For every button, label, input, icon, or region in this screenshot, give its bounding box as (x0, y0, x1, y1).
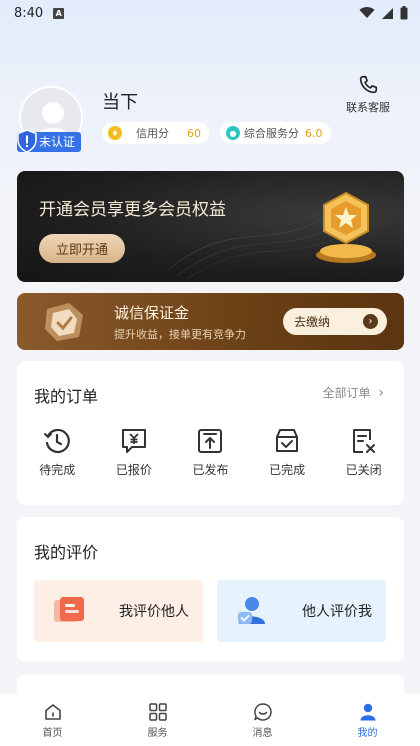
deposit-subtitle: 提升收益，接单更有竞争力 (114, 328, 246, 341)
deposit-title: 诚信保证金 (114, 304, 190, 322)
home-icon (44, 703, 61, 720)
signal-icon (382, 7, 393, 19)
tab-label: 消息 (252, 727, 273, 739)
arrow-right-icon: › (363, 314, 378, 329)
order-item-completed[interactable]: 已完成 (252, 427, 322, 478)
tab-home[interactable]: 首页 (13, 702, 93, 739)
verify-label: 未认证 (39, 135, 76, 149)
phone-icon (359, 75, 378, 94)
notification-a-icon: A (53, 7, 65, 19)
bottom-tab-bar: 首页 服务 消息 我的 (0, 694, 420, 746)
username: 当下 (102, 92, 138, 113)
yuan-chat-icon (121, 429, 146, 453)
verify-badge[interactable]: 未认证 (17, 129, 82, 153)
grid-icon (148, 702, 167, 721)
orders-card: 我的订单 全部订单 › 待完成 已报价 已发布 已完成 已关闭 (17, 361, 404, 505)
tab-label: 首页 (42, 727, 63, 739)
status-bar: 8:40 A (0, 0, 420, 26)
order-item-quoted[interactable]: 已报价 (99, 427, 169, 478)
check-box-icon (276, 429, 299, 452)
my-reviews-button[interactable]: 我评价他人 (34, 580, 203, 642)
vip-medal-icon (316, 191, 376, 263)
reviews-card: 我的评价 我评价他人 他人评价我 (17, 517, 404, 662)
service-ring-icon: ● (226, 126, 240, 140)
pay-deposit-button[interactable]: 去缴纳 › (283, 308, 387, 335)
person-icon (360, 703, 375, 720)
received-reviews-label: 他人评价我 (302, 604, 372, 620)
vip-banner[interactable]: 开通会员享更多会员权益 立即开通 (17, 171, 404, 282)
battery-icon (400, 6, 408, 20)
profile-section: 未认证 当下 ♦ 信用分 60 ● 综合服务分 6.0 联系客服 (0, 75, 420, 160)
open-vip-button[interactable]: 立即开通 (39, 234, 125, 263)
all-orders-label: 全部订单 (322, 386, 371, 400)
clock-icon (44, 428, 71, 454)
credit-label: 信用分 (136, 127, 169, 140)
tab-messages[interactable]: 消息 (223, 702, 303, 739)
contact-service-button[interactable]: 联系客服 (346, 74, 390, 115)
service-score-pill[interactable]: ● 综合服务分 6.0 (220, 122, 331, 144)
reviews-title: 我的评价 (34, 543, 99, 562)
credit-value: 60 (187, 126, 201, 140)
my-reviews-label: 我评价他人 (119, 604, 189, 620)
order-item-label: 已报价 (115, 463, 152, 477)
received-reviews-button[interactable]: 他人评价我 (217, 580, 386, 642)
doc-close-icon (352, 429, 375, 453)
order-item-pending[interactable]: 待完成 (22, 427, 92, 478)
service-label: 综合服务分 (244, 127, 299, 140)
deposit-shield-icon (45, 303, 83, 341)
contact-label: 联系客服 (346, 101, 390, 114)
order-item-published[interactable]: 已发布 (175, 427, 245, 478)
order-item-label: 已发布 (192, 463, 229, 477)
status-time: 8:40 (14, 5, 44, 21)
person-review-icon (238, 597, 265, 624)
order-item-closed[interactable]: 已关闭 (329, 427, 399, 478)
message-icon (253, 702, 272, 721)
tab-mine[interactable]: 我的 (328, 702, 408, 739)
all-orders-link[interactable]: 全部订单 › (323, 384, 384, 401)
order-item-label: 已关闭 (345, 463, 382, 477)
tab-label: 服务 (147, 727, 168, 739)
pay-deposit-label: 去缴纳 (294, 315, 331, 329)
orders-title: 我的订单 (34, 387, 99, 406)
vip-title: 开通会员享更多会员权益 (39, 200, 226, 220)
service-value: 6.0 (305, 126, 323, 140)
chevron-right-icon: › (378, 385, 384, 401)
wifi-icon (359, 7, 375, 19)
shield-alert-icon (17, 129, 37, 153)
upload-box-icon (198, 429, 223, 453)
order-item-label: 已完成 (269, 463, 306, 477)
tab-label: 我的 (357, 727, 378, 739)
tab-services[interactable]: 服务 (118, 702, 198, 739)
deposit-banner[interactable]: 诚信保证金 提升收益，接单更有竞争力 去缴纳 › (17, 293, 404, 350)
credit-score-pill[interactable]: ♦ 信用分 60 (102, 122, 209, 144)
credit-shield-icon: ♦ (108, 126, 122, 140)
review-card-icon (54, 597, 84, 622)
order-item-label: 待完成 (39, 463, 76, 477)
